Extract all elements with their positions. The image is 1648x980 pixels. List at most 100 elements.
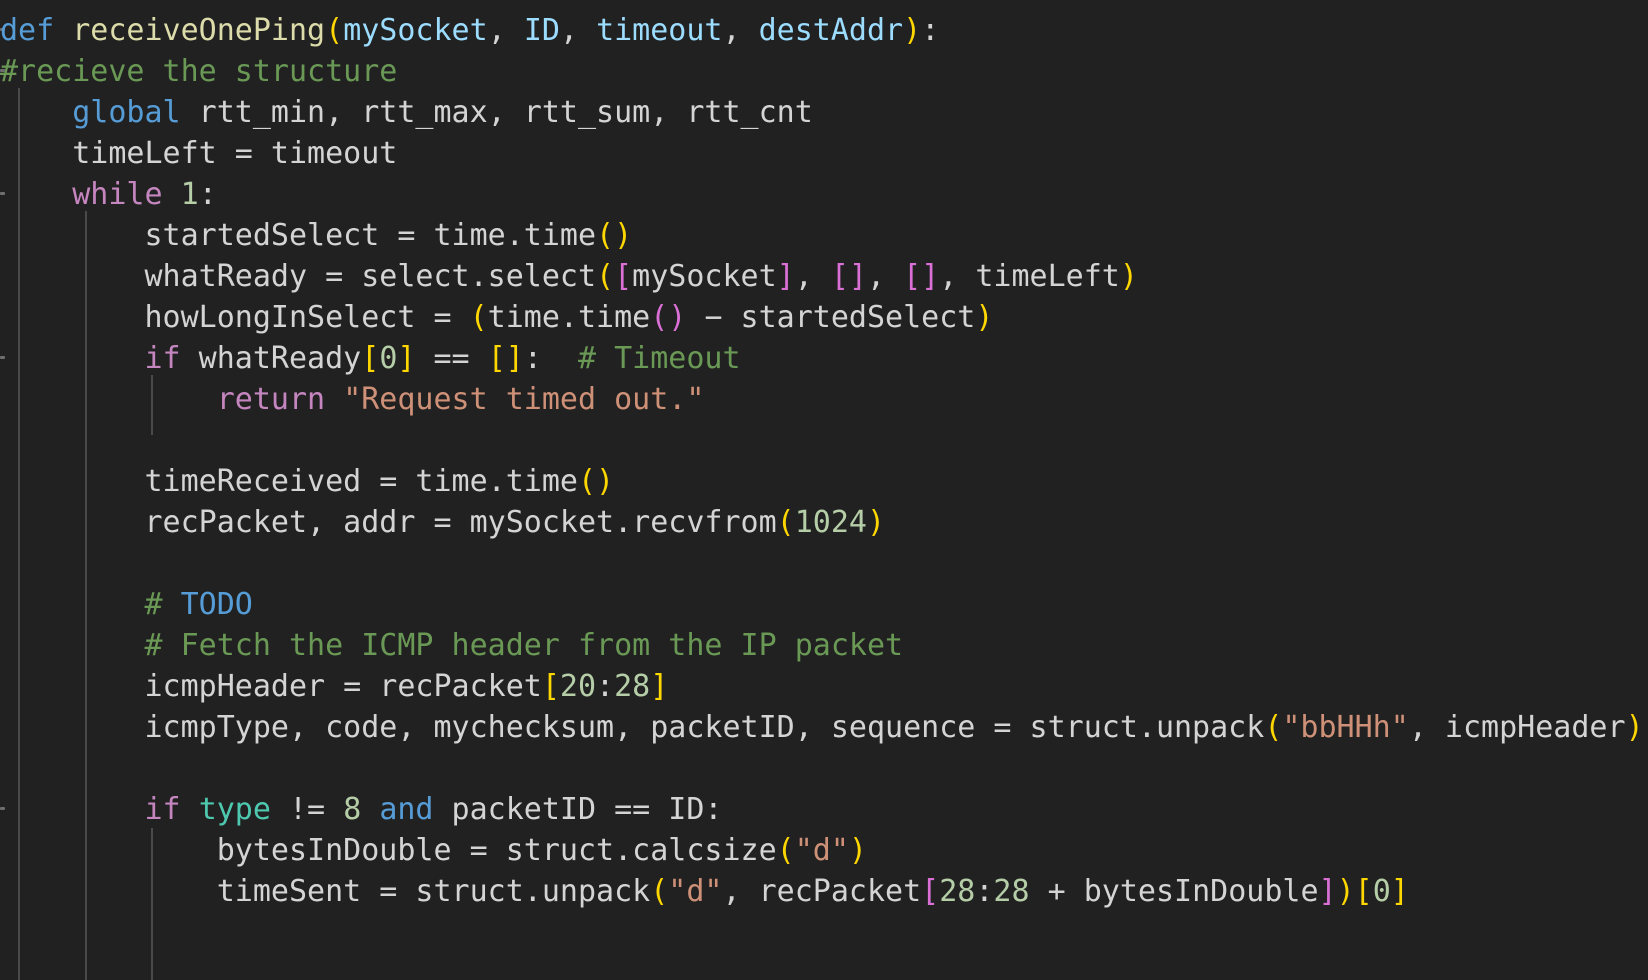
code-token: timeReceived = time.time xyxy=(0,464,578,499)
code-token: ( xyxy=(1264,710,1283,745)
code-token: [ xyxy=(1354,874,1373,909)
code-line[interactable]: timeReceived = time.time() xyxy=(0,461,1648,502)
code-token: timeSent = struct.unpack xyxy=(0,874,651,909)
code-line[interactable] xyxy=(0,543,1648,584)
code-token: , xyxy=(559,13,597,48)
code-token: 0 xyxy=(1372,874,1391,909)
code-token: () xyxy=(596,218,633,253)
code-token: 20 xyxy=(559,669,597,704)
code-token: ID xyxy=(523,13,560,48)
code-token: "Request timed out." xyxy=(343,382,705,417)
code-token: [ xyxy=(921,874,940,909)
code-token: ( xyxy=(469,300,488,335)
code-token: ) xyxy=(1625,710,1644,745)
code-token: 1 xyxy=(180,177,199,212)
code-line[interactable]: icmpType, code, mychecksum, packetID, se… xyxy=(0,707,1648,748)
code-token: [] xyxy=(830,259,867,294)
code-token: , recPacket xyxy=(722,874,922,909)
code-token: destAddr xyxy=(758,13,904,48)
code-token: () xyxy=(650,300,687,335)
code-line[interactable]: startedSelect = time.time() xyxy=(0,215,1648,256)
code-line[interactable]: bytesInDouble = struct.calcsize("d") xyxy=(0,830,1648,871)
code-line[interactable]: if type != 8 and packetID == ID: xyxy=(0,789,1648,830)
code-token: while xyxy=(72,177,163,212)
code-token: , xyxy=(794,259,831,294)
code-line[interactable]: if whatReady[0] == []: # Timeout xyxy=(0,338,1648,379)
code-token: 0 xyxy=(379,341,398,376)
code-token: startedSelect = time.time xyxy=(0,218,597,253)
code-token: 28 xyxy=(939,874,976,909)
code-token: ) xyxy=(1119,259,1138,294)
code-token: ( xyxy=(776,505,795,540)
code-token: [ xyxy=(361,341,380,376)
code-token: , timeLeft xyxy=(939,259,1120,294)
code-line[interactable]: global rtt_min, rtt_max, rtt_sum, rtt_cn… xyxy=(0,92,1648,133)
code-line[interactable]: while 1: xyxy=(0,174,1648,215)
code-token: ) xyxy=(903,13,922,48)
code-token: whatReady = select.select xyxy=(0,259,597,294)
code-line[interactable]: timeSent = struct.unpack("d", recPacket[… xyxy=(0,871,1648,912)
code-token: : xyxy=(198,177,217,212)
code-token: [] xyxy=(487,341,524,376)
code-token: "bbHHh" xyxy=(1282,710,1409,745)
code-token: # xyxy=(144,587,181,622)
code-token: whatReady xyxy=(180,341,362,376)
code-token: ( xyxy=(325,13,344,48)
code-token: time.time xyxy=(487,300,651,335)
code-token: "d" xyxy=(668,874,723,909)
code-token: ( xyxy=(776,833,795,868)
code-line[interactable]: # Fetch the ICMP header from the IP pack… xyxy=(0,625,1648,666)
code-text-area[interactable]: def receiveOnePing(mySocket, ID, timeout… xyxy=(0,10,1648,912)
code-token: #recieve the structure xyxy=(0,54,398,89)
code-token: 1024 xyxy=(794,505,867,540)
code-line[interactable]: def receiveOnePing(mySocket, ID, timeout… xyxy=(0,10,1648,51)
code-token: ( xyxy=(650,874,669,909)
code-token: mySocket xyxy=(343,13,488,48)
code-line[interactable] xyxy=(0,420,1648,461)
code-token: global xyxy=(72,95,181,130)
code-line[interactable]: # TODO xyxy=(0,584,1648,625)
code-token: , xyxy=(866,259,904,294)
code-token: howLongInSelect = xyxy=(0,300,470,335)
code-line[interactable] xyxy=(0,748,1648,789)
code-token: ) xyxy=(1336,874,1355,909)
code-token: mySocket xyxy=(632,259,777,294)
code-token: [ xyxy=(614,259,633,294)
code-editor-viewport[interactable]: def receiveOnePing(mySocket, ID, timeout… xyxy=(0,0,1648,980)
code-line[interactable]: howLongInSelect = (time.time() − started… xyxy=(0,297,1648,338)
code-token: 28 xyxy=(993,874,1030,909)
code-token: if xyxy=(144,341,181,376)
code-line[interactable]: whatReady = select.select([mySocket], []… xyxy=(0,256,1648,297)
code-token: def xyxy=(0,13,55,48)
code-token: 28 xyxy=(614,669,651,704)
code-token: 8 xyxy=(343,792,362,827)
code-token: and xyxy=(379,792,434,827)
code-token: receiveOnePing xyxy=(72,13,326,48)
code-token: : xyxy=(596,669,615,704)
code-token: rtt_min, rtt_max, rtt_sum, rtt_cnt xyxy=(180,95,813,130)
code-line[interactable]: #recieve the structure xyxy=(0,51,1648,92)
code-token: timeLeft = timeout xyxy=(0,136,398,171)
code-token: startedSelect xyxy=(722,300,976,335)
code-token: return xyxy=(216,382,326,417)
code-line[interactable]: recPacket, addr = mySocket.recvfrom(1024… xyxy=(0,502,1648,543)
code-line[interactable]: return "Request timed out." xyxy=(0,379,1648,420)
code-token: icmpHeader = recPacket xyxy=(0,669,542,704)
code-token: , icmpHeader xyxy=(1408,710,1626,745)
code-token: != xyxy=(270,792,344,827)
code-token: ] xyxy=(1318,874,1337,909)
code-token: # Fetch the ICMP header from the IP pack… xyxy=(144,628,904,663)
code-token: , xyxy=(722,13,759,48)
code-token: , xyxy=(487,13,524,48)
code-line[interactable]: timeLeft = timeout xyxy=(0,133,1648,174)
code-line[interactable]: icmpHeader = recPacket[20:28] xyxy=(0,666,1648,707)
code-token: # Timeout xyxy=(578,341,741,376)
code-token: : xyxy=(921,13,940,48)
